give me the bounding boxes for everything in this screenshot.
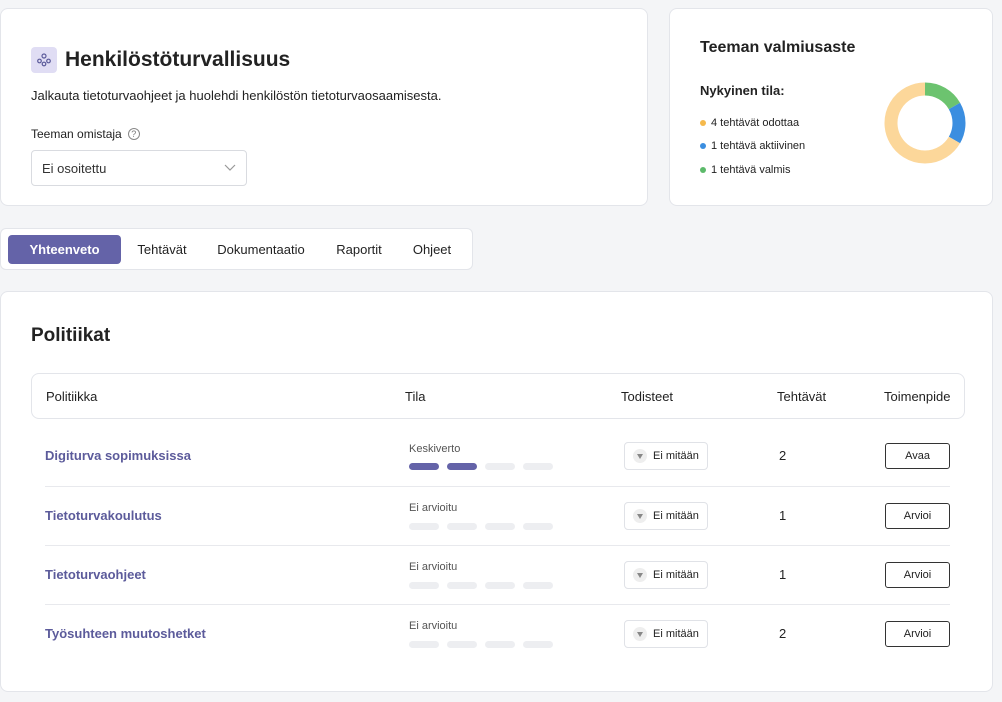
tab-documentation[interactable]: Dokumentaatio xyxy=(205,235,317,264)
active-dot xyxy=(700,143,706,150)
task-count: 1 xyxy=(779,508,787,523)
level-bar xyxy=(523,641,553,648)
owner-select[interactable]: Ei osoitettu xyxy=(31,150,247,186)
shield-icon xyxy=(633,449,647,463)
evidence-value: Ei mitään xyxy=(653,628,699,640)
policies-title: Politiikat xyxy=(31,325,111,346)
status-label: Ei arvioitu xyxy=(409,502,458,514)
level-bar xyxy=(447,523,477,530)
readiness-card: Teeman valmiusaste Nykyinen tila: 4 teht… xyxy=(669,8,993,206)
evidence-badge[interactable]: Ei mitään xyxy=(624,442,708,470)
policy-name-link[interactable]: Digiturva sopimuksissa xyxy=(45,448,191,463)
table-row: Tietoturvakoulutus Ei arvioitu Ei mitään… xyxy=(31,487,950,547)
policy-name-link[interactable]: Tietoturvakoulutus xyxy=(45,508,162,523)
help-icon[interactable]: ? xyxy=(127,128,140,140)
level-bar xyxy=(409,463,439,470)
status-label: Keskiverto xyxy=(409,443,461,455)
legend-item-pending: 4 tehtävät odottaa xyxy=(700,111,805,135)
title-row: Henkilöstöturvallisuus xyxy=(31,47,290,73)
tab-tasks[interactable]: Tehtävät xyxy=(125,235,199,264)
open-button[interactable]: Avaa xyxy=(885,443,950,469)
readiness-title: Teeman valmiusaste xyxy=(700,39,856,56)
column-header-status: Tila xyxy=(405,389,426,404)
tab-summary[interactable]: Yhteenveto xyxy=(8,235,121,264)
evidence-badge[interactable]: Ei mitään xyxy=(624,620,708,648)
level-bar xyxy=(409,582,439,589)
evidence-value: Ei mitään xyxy=(653,569,699,581)
page-description: Jalkauta tietoturvaohjeet ja huolehdi he… xyxy=(31,88,442,103)
legend-item-active: 1 tehtävä aktiivinen xyxy=(700,135,805,159)
table-row: Tietoturvaohjeet Ei arvioitu Ei mitään 1… xyxy=(31,546,950,606)
column-header-evidence: Todisteet xyxy=(621,389,674,404)
level-bar xyxy=(485,523,515,530)
legend-label-done: 1 tehtävä valmis xyxy=(711,163,791,176)
people-icon xyxy=(31,47,57,73)
legend-label-pending: 4 tehtävät odottaa xyxy=(711,116,800,129)
level-bar xyxy=(523,582,553,589)
done-dot xyxy=(700,166,706,173)
evidence-value: Ei mitään xyxy=(653,450,699,462)
status-level-bars xyxy=(409,582,561,589)
readiness-subtitle: Nykyinen tila: xyxy=(700,83,785,98)
level-bar xyxy=(485,463,515,470)
theme-header-card: Henkilöstöturvallisuus Jalkauta tietotur… xyxy=(0,8,648,206)
assess-button[interactable]: Arvioi xyxy=(885,562,950,588)
readiness-legend: 4 tehtävät odottaa 1 tehtävä aktiivinen … xyxy=(700,111,805,182)
level-bar xyxy=(447,463,477,470)
tab-bar: Yhteenveto Tehtävät Dokumentaatio Raport… xyxy=(0,228,473,270)
policy-name-link[interactable]: Tietoturvaohjeet xyxy=(45,567,146,582)
tab-guides[interactable]: Ohjeet xyxy=(401,235,463,264)
evidence-value: Ei mitään xyxy=(653,510,699,522)
evidence-badge[interactable]: Ei mitään xyxy=(624,502,708,530)
tab-reports[interactable]: Raportit xyxy=(323,235,395,264)
shield-icon xyxy=(633,509,647,523)
donut-segment-active xyxy=(948,102,966,144)
level-bar xyxy=(523,463,553,470)
evidence-badge[interactable]: Ei mitään xyxy=(624,561,708,589)
column-header-policy: Politiikka xyxy=(46,389,98,404)
owner-select-value: Ei osoitettu xyxy=(42,160,107,176)
table-row: Työsuhteen muutoshetket Ei arvioitu Ei m… xyxy=(31,605,950,665)
assess-button[interactable]: Arvioi xyxy=(885,621,950,647)
column-header-action: Toimenpide xyxy=(884,389,951,404)
level-bar xyxy=(409,641,439,648)
donut-segment-done xyxy=(924,82,961,110)
task-count: 2 xyxy=(779,626,787,641)
level-bar xyxy=(485,641,515,648)
status-level-bars xyxy=(409,523,561,530)
policies-card: Politiikat Politiikka Tila Todisteet Teh… xyxy=(0,291,993,692)
status-level-bars xyxy=(409,463,561,470)
status-level-bars xyxy=(409,641,561,648)
shield-icon xyxy=(633,568,647,582)
shield-icon xyxy=(633,627,647,641)
task-count: 1 xyxy=(779,567,787,582)
status-label: Ei arvioitu xyxy=(409,620,458,632)
pending-dot xyxy=(700,119,706,126)
table-row: Digiturva sopimuksissa Keskiverto Ei mit… xyxy=(31,427,950,487)
legend-label-active: 1 tehtävä aktiivinen xyxy=(711,140,806,153)
assess-button[interactable]: Arvioi xyxy=(885,503,950,529)
table-header: Politiikka Tila Todisteet Tehtävät Toime… xyxy=(31,373,965,419)
level-bar xyxy=(523,523,553,530)
chevron-down-icon xyxy=(224,164,236,172)
owner-label: Teeman omistaja ? xyxy=(31,127,140,141)
status-label: Ei arvioitu xyxy=(409,561,458,573)
legend-item-done: 1 tehtävä valmis xyxy=(700,158,805,182)
column-header-tasks: Tehtävät xyxy=(777,389,827,404)
level-bar xyxy=(485,582,515,589)
policy-name-link[interactable]: Työsuhteen muutoshetket xyxy=(45,626,206,641)
level-bar xyxy=(447,641,477,648)
owner-label-text: Teeman omistaja xyxy=(31,127,122,141)
level-bar xyxy=(447,582,477,589)
page-title: Henkilöstöturvallisuus xyxy=(65,48,291,71)
task-count: 2 xyxy=(779,448,787,463)
level-bar xyxy=(409,523,439,530)
readiness-donut-chart xyxy=(884,82,966,164)
